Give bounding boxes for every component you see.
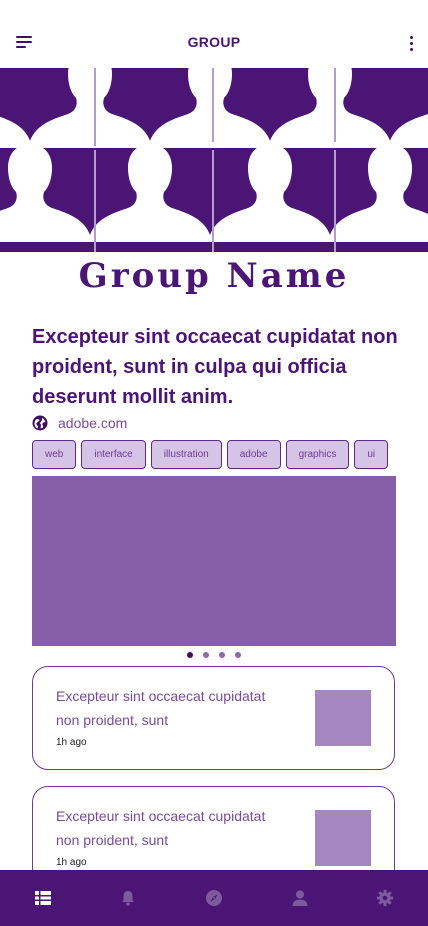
image-carousel[interactable] <box>32 476 396 646</box>
feed-icon <box>34 891 51 905</box>
group-headline: Excepteur sint occaecat cupidatat non pr… <box>32 326 398 408</box>
nav-profile[interactable] <box>257 870 343 926</box>
website-link[interactable]: adobe.com <box>58 415 127 431</box>
tag-chip[interactable]: graphics <box>285 440 350 469</box>
post-text: Excepteur sint occaecat cupidatat non pr… <box>56 688 266 728</box>
carousel-dot[interactable] <box>219 652 225 658</box>
post-card[interactable]: Excepteur sint occaecat cupidatat non pr… <box>32 666 395 770</box>
tag-chip[interactable]: web <box>32 440 77 469</box>
carousel-dot[interactable] <box>235 652 241 658</box>
app-header: GROUP <box>0 0 428 68</box>
bottom-navigation <box>0 870 428 926</box>
tag-list: web interface illustration adobe graphics ui <box>32 440 396 470</box>
nav-settings[interactable] <box>342 870 428 926</box>
tag-chip[interactable]: adobe <box>226 440 281 469</box>
carousel-dot[interactable] <box>187 652 193 658</box>
post-thumbnail <box>315 690 371 746</box>
bell-icon <box>122 891 135 906</box>
post-thumbnail <box>315 810 371 866</box>
tag-chip[interactable]: ui <box>354 440 389 469</box>
nav-feed[interactable] <box>0 870 86 926</box>
nav-explore[interactable] <box>171 870 257 926</box>
more-vertical-icon[interactable] <box>408 36 416 52</box>
people-silhouettes-pattern <box>0 68 428 252</box>
user-icon <box>292 890 308 906</box>
post-timestamp: 1h ago <box>56 737 87 748</box>
page-title: GROUP <box>187 34 241 50</box>
tag-chip[interactable]: illustration <box>150 440 222 469</box>
gear-icon <box>376 889 394 907</box>
compass-icon <box>205 890 222 906</box>
post-timestamp: 1h ago <box>56 857 87 868</box>
tag-chip[interactable]: interface <box>81 440 146 469</box>
group-name: Group Name <box>78 256 350 296</box>
group-banner <box>0 68 428 252</box>
website-row: adobe.com <box>32 414 127 432</box>
globe-icon <box>32 415 48 431</box>
carousel-dot[interactable] <box>203 652 209 658</box>
post-text: Excepteur sint occaecat cupidatat non pr… <box>56 808 266 848</box>
carousel-pagination <box>0 652 428 658</box>
nav-notifications[interactable] <box>86 870 172 926</box>
